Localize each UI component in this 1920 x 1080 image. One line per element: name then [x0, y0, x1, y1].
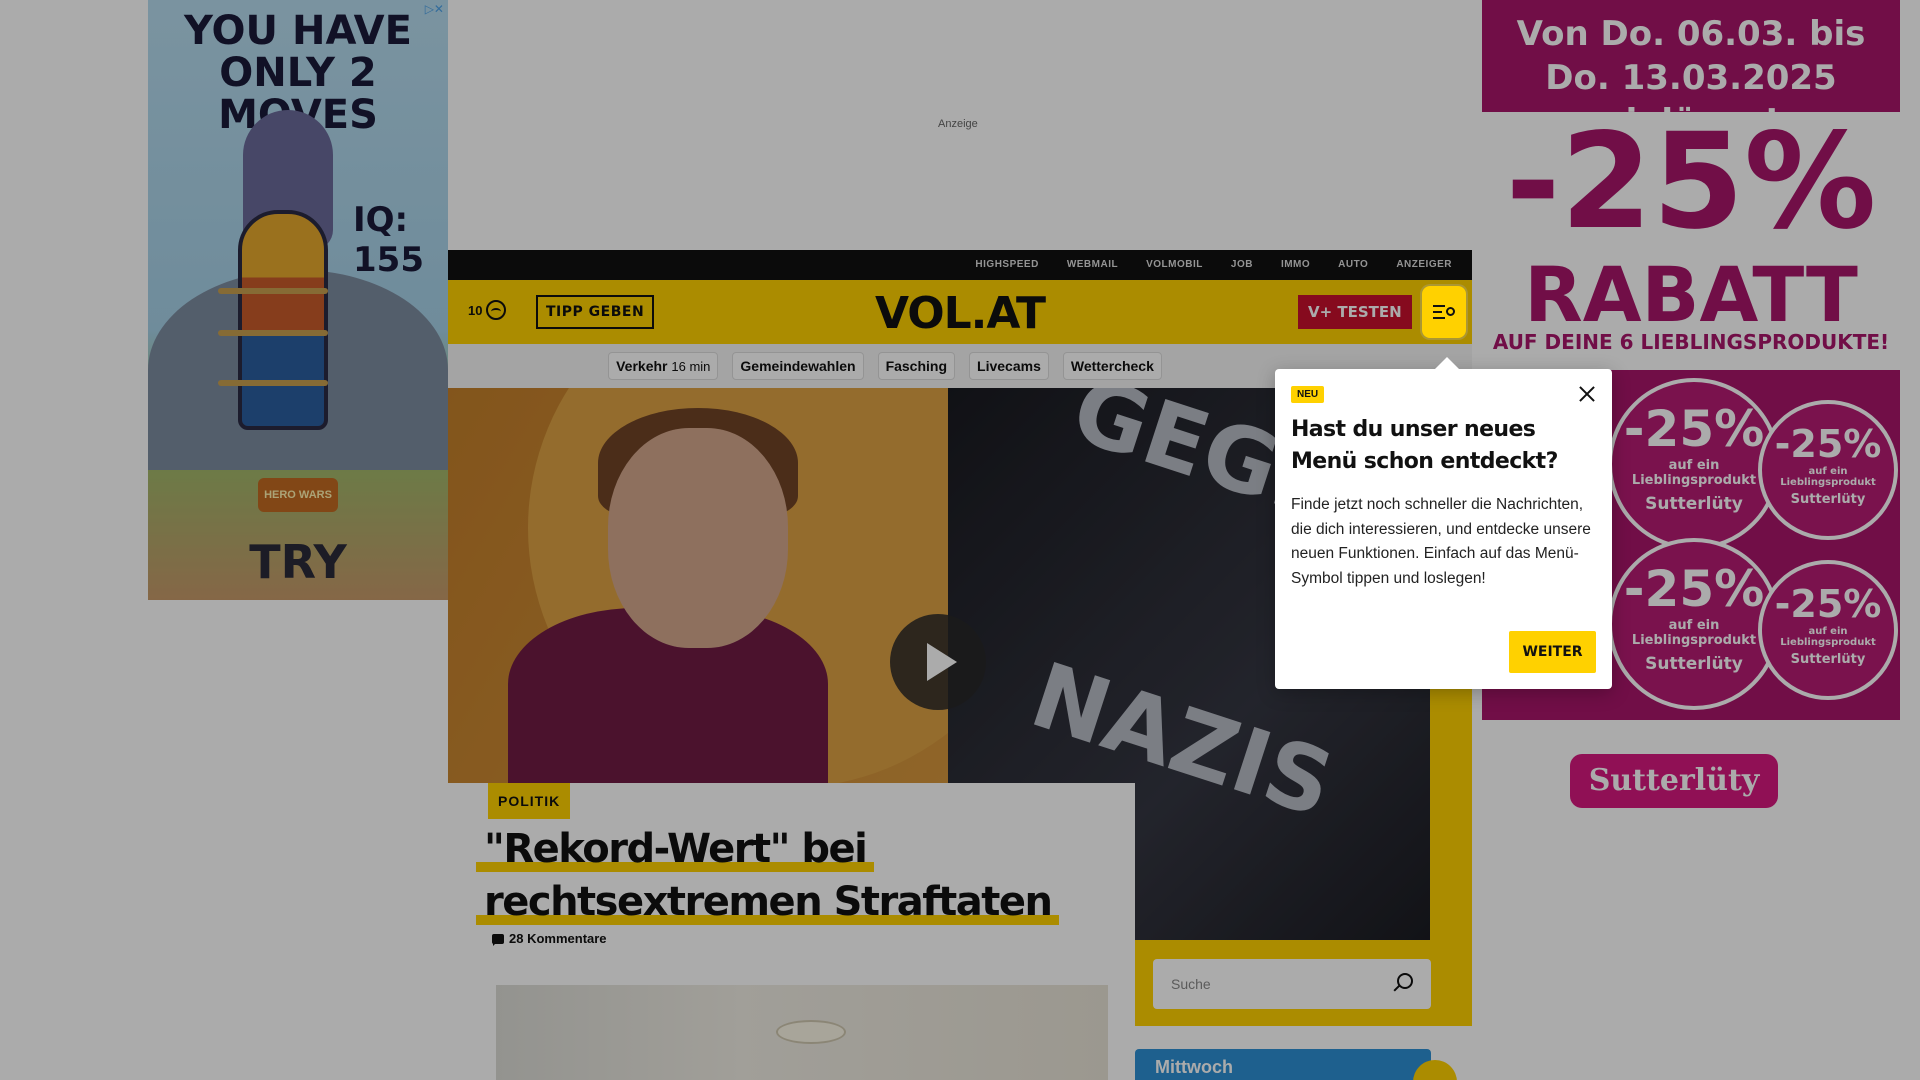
weiter-button[interactable]: WEITER — [1509, 631, 1596, 673]
popup-body: Finde jetzt noch schneller die Nachricht… — [1291, 496, 1591, 587]
close-icon[interactable] — [1576, 383, 1598, 405]
menu-button-highlighted[interactable] — [1422, 286, 1466, 338]
new-menu-popup: NEU Hast du unser neues Menü schon entde… — [1275, 357, 1612, 689]
popup-title: Hast du unser neues Menü schon entdeckt? — [1291, 417, 1558, 474]
menu-search-icon — [1433, 304, 1455, 320]
modal-overlay[interactable] — [0, 0, 1920, 1080]
new-badge: NEU — [1291, 386, 1325, 403]
